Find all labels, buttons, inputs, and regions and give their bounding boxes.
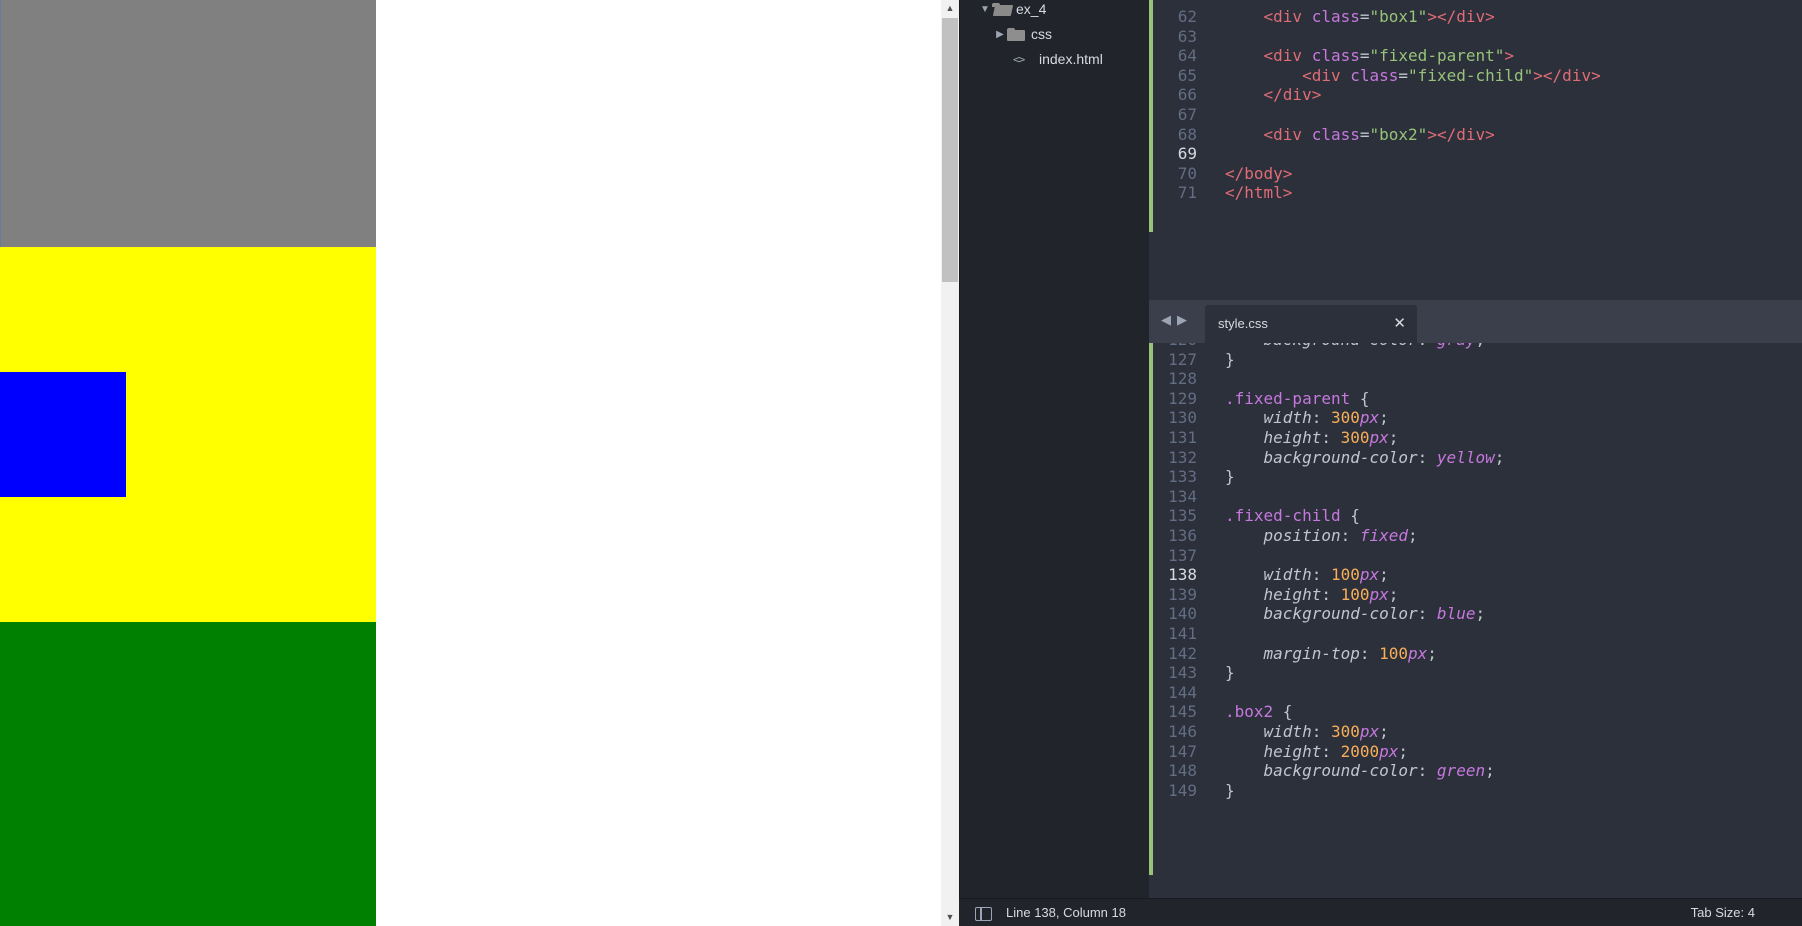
file-sidebar: ▼ ex_4 ▶ css <> index.html bbox=[960, 0, 1149, 898]
cursor-position: Line 138, Column 18 bbox=[1006, 905, 1126, 920]
browser-scrollbar[interactable]: ▲ ▼ bbox=[941, 0, 959, 926]
browser-preview bbox=[0, 0, 941, 926]
scroll-down-arrow-icon[interactable]: ▼ bbox=[941, 909, 959, 926]
status-bar: Line 138, Column 18 Tab Size: 4 bbox=[959, 898, 1802, 926]
scrollbar-thumb[interactable] bbox=[942, 18, 958, 282]
code-line[interactable]: 149} bbox=[1153, 780, 1802, 802]
line-number: 71 bbox=[1177, 183, 1197, 203]
scroll-up-arrow-icon[interactable]: ▲ bbox=[941, 0, 959, 17]
code-text: } bbox=[1225, 780, 1235, 800]
tab-next-icon[interactable]: ▶ bbox=[1177, 312, 1187, 328]
folder-open-icon bbox=[992, 2, 1010, 16]
caret-down-icon[interactable]: ▼ bbox=[978, 4, 992, 15]
tree-folder-css[interactable]: ▶ css bbox=[993, 22, 1052, 46]
code-text: </html> bbox=[1225, 183, 1293, 203]
tree-file-label: index.html bbox=[1039, 51, 1103, 67]
tab-style-css[interactable]: style.css ✕ bbox=[1205, 305, 1417, 343]
tree-folder-label: ex_4 bbox=[1016, 1, 1047, 17]
tab-label: style.css bbox=[1218, 316, 1268, 331]
tab-close-icon[interactable]: ✕ bbox=[1393, 314, 1406, 332]
folder-icon bbox=[1007, 27, 1025, 41]
fixed-child-blue bbox=[0, 372, 126, 497]
html-editor-pane[interactable]: 62 <div class="box1"></div> 63 64 <div cla… bbox=[1149, 0, 1802, 300]
tab-size[interactable]: Tab Size: 4 bbox=[1691, 905, 1755, 920]
tree-folder-root[interactable]: ▼ ex_4 bbox=[978, 0, 1046, 21]
code-editor: ▼ ex_4 ▶ css <> index.html 62 <div class… bbox=[959, 0, 1802, 926]
line-number: 149 bbox=[1168, 780, 1197, 800]
box2-green bbox=[0, 622, 376, 926]
box1-gray bbox=[0, 0, 376, 247]
tab-prev-icon[interactable]: ◀ bbox=[1161, 312, 1171, 328]
sidebar-toggle-icon[interactable] bbox=[975, 907, 992, 921]
tab-bar: ◀ ▶ style.css ✕ bbox=[1149, 300, 1802, 343]
code-file-icon: <> bbox=[1013, 52, 1025, 66]
tree-file-index[interactable]: <> index.html bbox=[1013, 47, 1103, 71]
code-line[interactable]: 71 </html> bbox=[1153, 182, 1802, 204]
tree-folder-label: css bbox=[1031, 26, 1052, 42]
css-editor-pane[interactable]: 126 background-color: gray;127}128129.fi… bbox=[1149, 343, 1802, 898]
caret-right-icon[interactable]: ▶ bbox=[993, 29, 1007, 40]
